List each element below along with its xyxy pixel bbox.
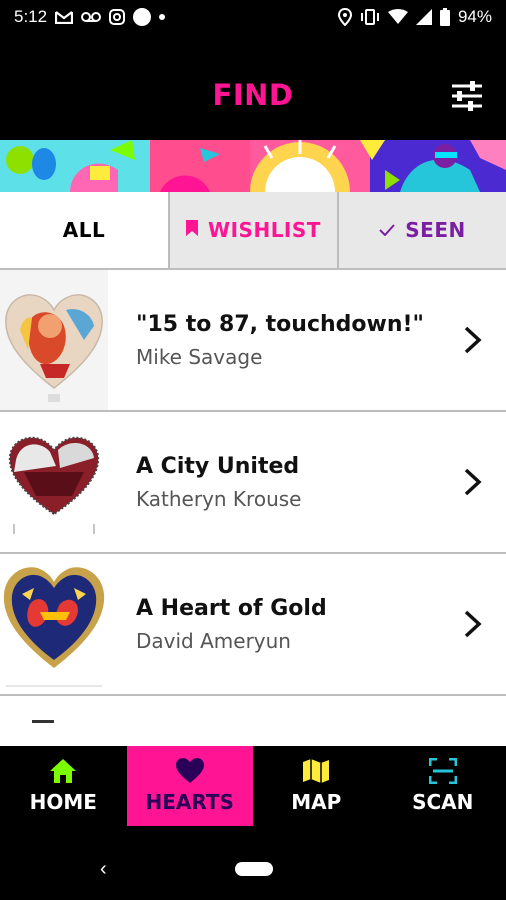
nav-home[interactable]: HOME xyxy=(0,746,127,826)
item-title: A Heart of Gold xyxy=(136,596,327,622)
tab-wishlist-label: WISHLIST xyxy=(208,218,321,242)
chevron-right-icon xyxy=(464,610,482,638)
home-pill[interactable] xyxy=(235,862,273,876)
check-icon xyxy=(379,221,396,240)
item-title: A City United xyxy=(136,454,300,480)
clock: 5:12 xyxy=(14,7,48,26)
battery-icon xyxy=(439,8,450,26)
nav-hearts-label: HEARTS xyxy=(145,790,234,814)
item-artist: Mike Savage xyxy=(136,344,263,369)
vibrate-icon xyxy=(360,9,380,25)
scan-icon xyxy=(428,758,457,784)
tab-seen-label: SEEN xyxy=(405,218,466,242)
instagram-icon xyxy=(109,9,126,25)
nav-scan-label: SCAN xyxy=(412,790,474,814)
status-bar: 5:12 94% xyxy=(0,0,506,34)
tab-all-label: ALL xyxy=(62,218,106,242)
bottom-nav: HOME HEARTS MAP SCAN xyxy=(0,746,506,826)
bookmark-icon xyxy=(186,220,199,240)
gmail-icon xyxy=(55,10,74,24)
list-item[interactable]: A Heart of Gold David Ameryun xyxy=(0,554,506,696)
tab-seen[interactable]: SEEN xyxy=(339,192,506,268)
list-item[interactable] xyxy=(0,696,506,746)
wifi-icon xyxy=(387,9,408,25)
heart-thumbnail xyxy=(0,554,108,694)
nav-hearts[interactable]: HEARTS xyxy=(126,746,253,826)
signal-icon xyxy=(415,9,432,25)
page-title: FIND xyxy=(212,78,294,112)
heart-thumbnail xyxy=(0,412,108,552)
circle-icon xyxy=(133,8,152,26)
chevron-right-icon xyxy=(464,468,482,496)
nav-scan[interactable]: SCAN xyxy=(380,746,506,826)
back-icon[interactable]: ‹ xyxy=(100,858,107,881)
header-banner xyxy=(0,140,506,192)
dot-icon xyxy=(159,14,166,20)
list-item[interactable]: "15 to 87, touchdown!" Mike Savage xyxy=(0,270,506,412)
nav-map-label: MAP xyxy=(291,790,342,814)
system-nav-bar: ‹ xyxy=(0,826,506,900)
list-item[interactable]: A City United Katheryn Krouse xyxy=(0,412,506,554)
item-artist: Katheryn Krouse xyxy=(136,486,302,511)
heart-thumbnail xyxy=(0,696,108,746)
sliders-icon xyxy=(452,81,482,111)
app-header: FIND xyxy=(0,34,506,140)
item-artist: David Ameryun xyxy=(136,628,291,653)
location-icon xyxy=(337,8,352,26)
item-title: "15 to 87, touchdown!" xyxy=(136,312,424,338)
filter-button[interactable] xyxy=(450,80,484,112)
chevron-right-icon xyxy=(464,326,482,354)
tab-wishlist[interactable]: WISHLIST xyxy=(168,192,339,268)
hearts-list: "15 to 87, touchdown!" Mike Savage A Cit… xyxy=(0,270,506,746)
filter-tabs: ALL WISHLIST SEEN xyxy=(0,192,506,270)
nav-home-label: HOME xyxy=(29,790,97,814)
battery-percent: 94% xyxy=(457,7,492,26)
voicemail-icon xyxy=(81,11,102,23)
map-icon xyxy=(303,759,330,783)
home-icon xyxy=(50,759,77,783)
heart-icon xyxy=(175,758,204,783)
tab-all[interactable]: ALL xyxy=(0,192,168,268)
heart-thumbnail xyxy=(0,270,108,410)
nav-map[interactable]: MAP xyxy=(253,746,380,826)
